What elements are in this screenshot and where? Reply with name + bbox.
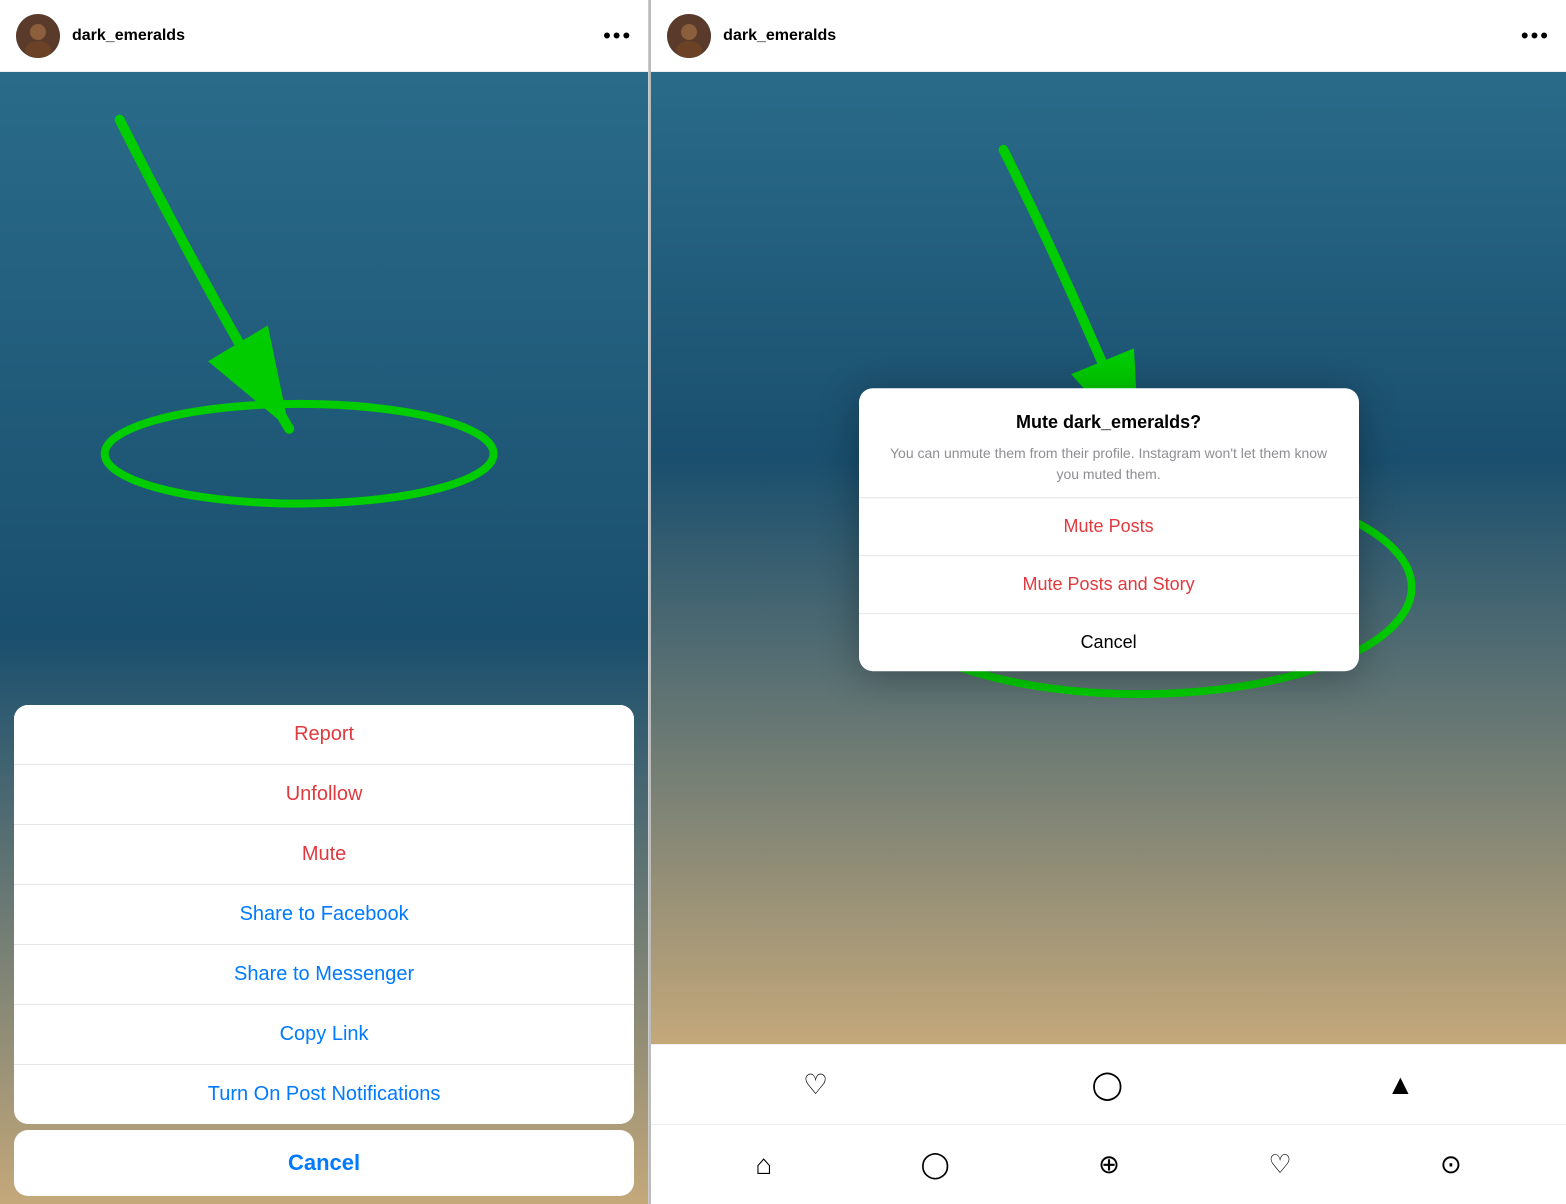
left-more-button[interactable]: ••• xyxy=(603,23,632,49)
right-post-header: dark_emeralds ••• xyxy=(651,0,1566,72)
mute-posts-story-button[interactable]: Mute Posts and Story xyxy=(859,556,1359,614)
action-share-facebook[interactable]: Share to Facebook xyxy=(14,885,634,945)
right-panel: dark_emeralds ••• Mute dark_emeralds? Yo… xyxy=(651,0,1566,1204)
send-icon[interactable]: ▲ xyxy=(1386,1069,1414,1101)
left-post-header: dark_emeralds ••• xyxy=(0,0,648,72)
profile-nav-icon[interactable]: ⊙ xyxy=(1440,1149,1462,1180)
left-cancel-button[interactable]: Cancel xyxy=(14,1130,634,1196)
action-share-messenger[interactable]: Share to Messenger xyxy=(14,945,634,1005)
comment-icon[interactable]: ◯ xyxy=(1092,1068,1123,1101)
right-avatar xyxy=(667,14,711,58)
like-icon[interactable]: ♡ xyxy=(803,1068,828,1101)
reels-nav-icon[interactable]: ♡ xyxy=(1268,1149,1291,1180)
action-notifications[interactable]: Turn On Post Notifications xyxy=(14,1065,634,1124)
action-report[interactable]: Report xyxy=(14,705,634,765)
action-copy-link[interactable]: Copy Link xyxy=(14,1005,634,1065)
search-nav-icon[interactable]: ◯ xyxy=(921,1149,950,1180)
mute-dialog-header: Mute dark_emeralds? You can unmute them … xyxy=(859,388,1359,498)
mute-dialog: Mute dark_emeralds? You can unmute them … xyxy=(859,388,1359,671)
right-username: dark_emeralds xyxy=(723,27,1521,45)
left-panel: dark_emeralds ••• Report Unfollow Mute S… xyxy=(0,0,649,1204)
right-more-button[interactable]: ••• xyxy=(1521,23,1550,49)
mute-dialog-description: You can unmute them from their profile. … xyxy=(879,443,1339,485)
left-avatar xyxy=(16,14,60,58)
right-bottom-bar: ♡ ◯ ▲ xyxy=(651,1044,1566,1124)
left-action-sheet: Report Unfollow Mute Share to Facebook S… xyxy=(14,705,634,1124)
mute-dialog-title: Mute dark_emeralds? xyxy=(879,412,1339,433)
action-unfollow[interactable]: Unfollow xyxy=(14,765,634,825)
mute-cancel-button[interactable]: Cancel xyxy=(859,614,1359,671)
action-mute[interactable]: Mute xyxy=(14,825,634,885)
right-post-image: Mute dark_emeralds? You can unmute them … xyxy=(651,72,1566,1044)
mute-posts-button[interactable]: Mute Posts xyxy=(859,498,1359,556)
add-nav-icon[interactable]: ⊕ xyxy=(1098,1149,1120,1180)
home-nav-icon[interactable]: ⌂ xyxy=(755,1149,772,1181)
left-username: dark_emeralds xyxy=(72,27,603,45)
right-bottom-nav: ⌂ ◯ ⊕ ♡ ⊙ xyxy=(651,1124,1566,1204)
